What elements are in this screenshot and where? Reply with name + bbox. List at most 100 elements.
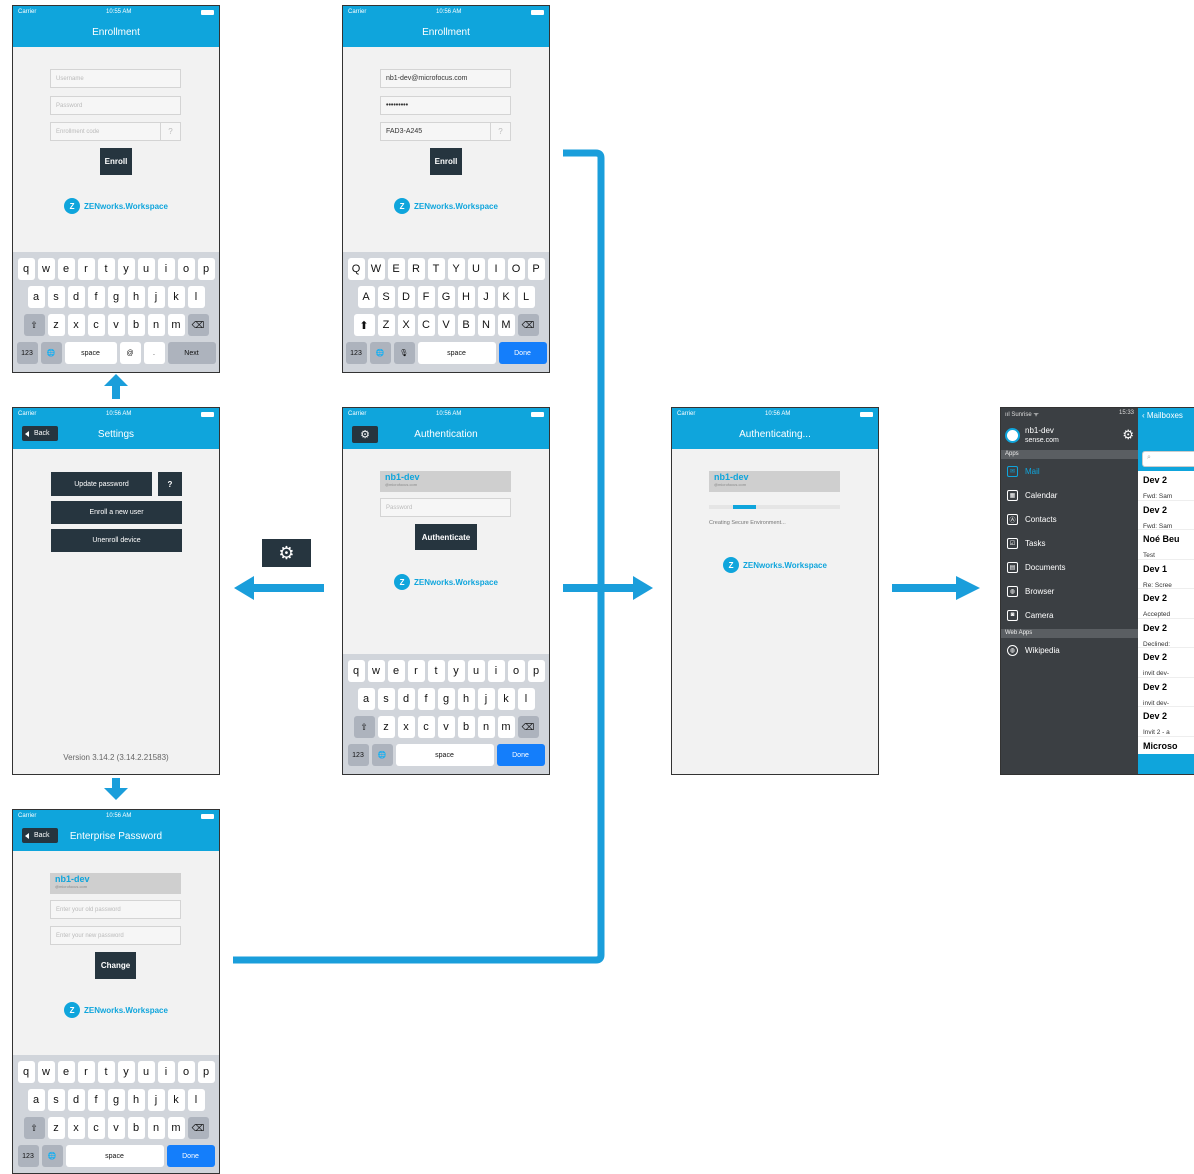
key[interactable]: g	[107, 286, 125, 308]
key[interactable]: l	[187, 286, 205, 308]
key[interactable]: J	[477, 286, 495, 308]
key[interactable]: P	[527, 258, 545, 280]
key[interactable]: e	[57, 1061, 75, 1083]
key[interactable]: u	[137, 1061, 155, 1083]
space-key[interactable]: space	[395, 744, 494, 766]
menu-item-documents[interactable]: ▤ Documents	[1001, 555, 1138, 579]
back-button[interactable]: Back	[22, 828, 58, 843]
key[interactable]: c	[87, 1117, 105, 1139]
key[interactable]: N	[477, 314, 495, 336]
dot-key[interactable]: .	[143, 342, 165, 364]
key[interactable]: r	[77, 258, 95, 280]
delete-key[interactable]: ⌫	[187, 1117, 209, 1139]
menu-item-contacts[interactable]: Ⓐ Contacts	[1001, 507, 1138, 531]
key[interactable]: i	[157, 258, 175, 280]
key[interactable]: o	[177, 258, 195, 280]
key[interactable]: A	[357, 286, 375, 308]
key[interactable]: b	[127, 314, 145, 336]
key[interactable]: p	[197, 1061, 215, 1083]
key[interactable]: u	[467, 660, 485, 682]
key[interactable]: o	[177, 1061, 195, 1083]
key[interactable]: i	[157, 1061, 175, 1083]
menu-item-camera[interactable]: ◙ Camera	[1001, 603, 1138, 627]
list-item[interactable]: Dev 2 Declined:	[1138, 619, 1194, 648]
shift-key[interactable]: ⇧	[23, 1117, 45, 1139]
list-item[interactable]: Dev 2 Fwd: Sam	[1138, 501, 1194, 530]
key[interactable]: K	[497, 286, 515, 308]
back-button[interactable]: Back	[22, 426, 58, 441]
settings-gear-icon[interactable]: ⚙	[352, 426, 378, 443]
key[interactable]: g	[437, 688, 455, 710]
key[interactable]: F	[417, 286, 435, 308]
key[interactable]: p	[527, 660, 545, 682]
help-button[interactable]: ?	[490, 123, 510, 140]
key[interactable]: v	[437, 716, 455, 738]
mailboxes-back-button[interactable]: ‹ Mailboxes	[1138, 408, 1194, 423]
list-item[interactable]: Dev 2 Accepted	[1138, 589, 1194, 619]
key[interactable]: n	[147, 1117, 165, 1139]
search-icon[interactable]: ⌕	[1142, 451, 1194, 467]
key[interactable]: R	[407, 258, 425, 280]
key[interactable]: s	[47, 1089, 65, 1111]
numbers-key[interactable]: 123	[345, 342, 367, 364]
key[interactable]: f	[87, 1089, 105, 1111]
unenroll-device-button[interactable]: Unenroll device	[51, 529, 182, 552]
key[interactable]: W	[367, 258, 385, 280]
key[interactable]: w	[37, 1061, 55, 1083]
space-key[interactable]: space	[417, 342, 496, 364]
key[interactable]: n	[147, 314, 165, 336]
key[interactable]: t	[97, 1061, 115, 1083]
key[interactable]: m	[167, 1117, 185, 1139]
key[interactable]: G	[437, 286, 455, 308]
numbers-key[interactable]: 123	[16, 342, 38, 364]
next-key[interactable]: Next	[167, 342, 216, 364]
key[interactable]: j	[477, 688, 495, 710]
menu-item-browser[interactable]: ◍ Browser	[1001, 579, 1138, 603]
list-item[interactable]: Dev 2 Fwd: Sam	[1138, 471, 1194, 501]
key[interactable]: x	[397, 716, 415, 738]
globe-icon[interactable]: 🌐	[41, 1145, 63, 1167]
key[interactable]: b	[457, 716, 475, 738]
key[interactable]: d	[67, 1089, 85, 1111]
key[interactable]: r	[407, 660, 425, 682]
key[interactable]: I	[487, 258, 505, 280]
key[interactable]: w	[367, 660, 385, 682]
shift-key[interactable]: ⬆	[353, 314, 375, 336]
key[interactable]: X	[397, 314, 415, 336]
key[interactable]: B	[457, 314, 475, 336]
key[interactable]: V	[437, 314, 455, 336]
key[interactable]: M	[497, 314, 515, 336]
change-button[interactable]: Change	[95, 952, 136, 979]
key[interactable]: T	[427, 258, 445, 280]
key[interactable]: s	[47, 286, 65, 308]
key[interactable]: w	[37, 258, 55, 280]
key[interactable]: D	[397, 286, 415, 308]
key[interactable]: p	[197, 258, 215, 280]
list-item[interactable]: Dev 2 invit dev-	[1138, 678, 1194, 707]
key[interactable]: U	[467, 258, 485, 280]
key[interactable]: e	[57, 258, 75, 280]
key[interactable]: h	[127, 1089, 145, 1111]
key[interactable]: Z	[377, 314, 395, 336]
key[interactable]: l	[187, 1089, 205, 1111]
space-key[interactable]: space	[65, 1145, 164, 1167]
key[interactable]: k	[167, 1089, 185, 1111]
key[interactable]: l	[517, 688, 535, 710]
done-key[interactable]: Done	[166, 1145, 215, 1167]
password-field[interactable]: Password	[380, 498, 511, 517]
key[interactable]: S	[377, 286, 395, 308]
key[interactable]: z	[377, 716, 395, 738]
key[interactable]: s	[377, 688, 395, 710]
help-button[interactable]: ?	[160, 123, 180, 140]
done-key[interactable]: Done	[498, 342, 547, 364]
username-field[interactable]: Username	[50, 69, 181, 88]
key[interactable]: f	[87, 286, 105, 308]
menu-item-wikipedia[interactable]: ◍ Wikipedia	[1001, 638, 1138, 662]
key[interactable]: m	[167, 314, 185, 336]
globe-icon[interactable]: 🌐	[369, 342, 391, 364]
key[interactable]: v	[107, 314, 125, 336]
key[interactable]: y	[447, 660, 465, 682]
key[interactable]: Q	[347, 258, 365, 280]
menu-item-mail[interactable]: ✉ Mail	[1001, 459, 1138, 483]
key[interactable]: k	[167, 286, 185, 308]
